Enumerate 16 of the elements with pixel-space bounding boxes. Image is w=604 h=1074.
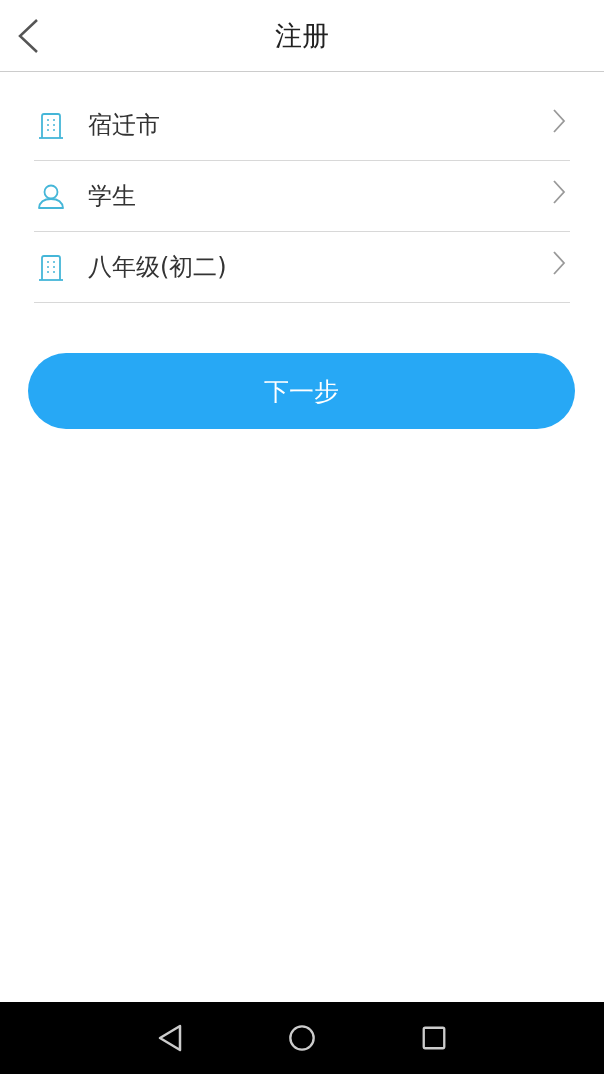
home-icon[interactable] xyxy=(288,1023,316,1053)
person-icon xyxy=(38,182,64,210)
chevron-icon xyxy=(552,179,566,205)
option-label: 八年级(初二) xyxy=(88,252,228,283)
option-row[interactable]: 学生 xyxy=(34,161,570,232)
back-icon[interactable] xyxy=(156,1023,184,1053)
back-icon[interactable] xyxy=(17,18,39,54)
chevron-icon xyxy=(552,250,566,276)
building-icon xyxy=(38,111,64,139)
chevron-icon xyxy=(552,108,566,134)
option-row[interactable]: 八年级(初二) xyxy=(34,232,570,303)
option-label: 学生 xyxy=(88,181,137,212)
option-label: 宿迁市 xyxy=(88,110,161,141)
building-icon xyxy=(38,253,64,281)
option-row[interactable]: 宿迁市 xyxy=(34,90,570,161)
page-title: 注册 xyxy=(275,18,329,53)
